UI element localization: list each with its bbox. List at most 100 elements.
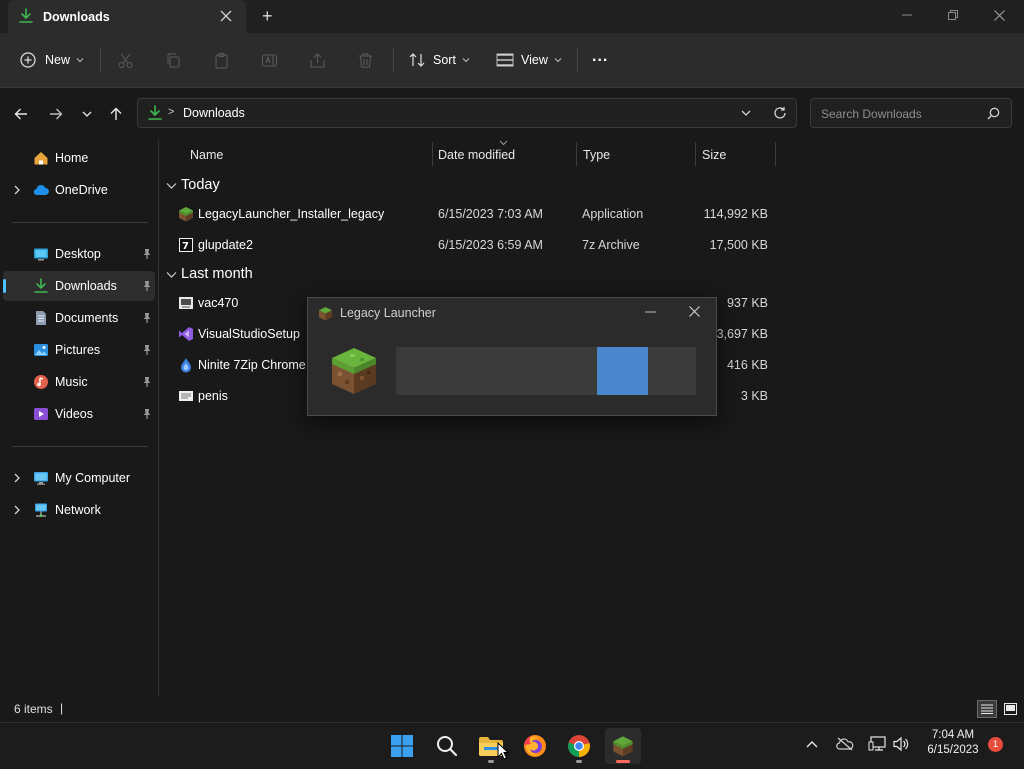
volume-icon[interactable] [892,736,910,752]
details-view-button[interactable] [977,700,997,718]
pane-divider[interactable] [158,140,159,696]
pin-icon[interactable] [142,248,152,260]
network-icon [33,502,49,518]
column-divider[interactable] [775,142,776,166]
search-icon[interactable] [987,107,1000,120]
forward-button[interactable] [44,102,68,126]
column-divider[interactable] [695,142,696,166]
share-button[interactable] [309,33,326,87]
navigation-pane: Home OneDrive Desktop Downloads Document… [0,140,158,696]
new-tab-button[interactable]: + [262,6,273,27]
clock-date: 6/15/2023 [927,744,979,756]
maximize-button[interactable] [930,0,976,30]
clock-time: 7:04 AM [931,729,975,741]
tiles-view-button[interactable] [1001,700,1019,718]
file-size: 937 KB [726,296,768,310]
taskbar-chrome[interactable] [561,728,597,764]
close-window-button[interactable] [976,0,1022,30]
sidebar-item-network[interactable]: Network [3,495,155,525]
sort-button[interactable]: Sort [408,33,470,87]
column-header-size[interactable]: Size [702,148,726,162]
dialog-title: Legacy Launcher [340,306,436,320]
pin-icon[interactable] [142,408,152,420]
chevron-right-icon[interactable] [13,185,21,195]
document-icon [33,310,49,326]
legacy-launcher-dialog: Legacy Launcher [307,297,717,416]
sidebar-item-documents[interactable]: Documents [3,303,155,333]
dialog-close-button[interactable] [689,306,700,317]
show-hidden-icons-chevron-up-icon[interactable] [806,740,818,748]
file-date: 6/15/2023 6:59 AM [438,238,543,252]
group-header-last-month[interactable]: Last month [166,266,253,282]
toolbar-divider [393,47,394,73]
column-header-name[interactable]: Name [190,148,223,162]
more-options-button[interactable]: ... [592,30,608,84]
download-icon [18,8,34,24]
dialog-minimize-button[interactable] [645,311,656,313]
up-button[interactable] [104,102,128,126]
view-button[interactable]: View [496,33,562,87]
table-row[interactable]: LegacyLauncher_Installer_legacy 6/15/202… [166,199,776,229]
taskbar-search-button[interactable] [429,728,465,764]
table-row[interactable]: 7 glupdate2 6/15/2023 6:59 AM 7z Archive… [166,230,776,260]
pin-icon[interactable] [142,280,152,292]
breadcrumb-chevron[interactable]: > [168,106,174,118]
sidebar-item-onedrive[interactable]: OneDrive [3,175,155,205]
breadcrumb-downloads[interactable]: Downloads [183,106,245,120]
notification-badge[interactable]: 1 [988,737,1003,752]
refresh-icon[interactable] [773,106,787,120]
taskbar-firefox[interactable] [517,728,553,764]
chrome-icon [567,734,591,758]
chevron-right-icon[interactable] [13,505,21,515]
sidebar-item-desktop[interactable]: Desktop [3,239,155,269]
file-name: vac470 [198,296,239,310]
column-header-type[interactable]: Type [583,148,610,162]
sidebar-item-downloads[interactable]: Downloads [3,271,155,301]
pin-icon[interactable] [142,344,152,356]
search-box[interactable] [810,98,1012,128]
file-size: 416 KB [726,358,768,372]
tab-downloads[interactable]: Downloads [8,0,246,33]
command-bar: New Sort View ... [0,33,1024,88]
scissors-icon [117,52,134,69]
pin-icon[interactable] [142,376,152,388]
sidebar-item-videos[interactable]: Videos [3,399,155,429]
clipboard-icon [213,52,230,69]
address-bar[interactable]: > Downloads [137,98,797,128]
7z-archive-icon: 7 [178,237,194,253]
copy-button[interactable] [165,33,182,87]
minimize-button[interactable] [884,0,930,30]
sidebar-item-label: Documents [55,311,119,325]
delete-button[interactable] [357,33,374,87]
column-divider[interactable] [576,142,577,166]
view-label: View [521,53,548,67]
taskbar: 7:04 AM 6/15/2023 1 [0,722,1024,769]
sidebar-item-pictures[interactable]: Pictures [3,335,155,365]
column-header-date[interactable]: Date modified [438,148,515,162]
search-input[interactable] [819,105,983,123]
cut-button[interactable] [117,33,134,87]
close-tab-icon[interactable] [220,10,232,22]
address-dropdown-icon[interactable] [741,109,751,117]
pin-icon[interactable] [142,312,152,324]
new-button[interactable]: New [20,33,84,87]
onedrive-offline-icon[interactable] [836,737,854,751]
file-name: VisualStudioSetup [198,327,300,341]
paste-button[interactable] [213,33,230,87]
start-button[interactable] [384,728,420,764]
chevron-right-icon[interactable] [13,473,21,483]
back-button[interactable] [9,102,33,126]
grass-block-icon [612,735,634,757]
network-monitor-icon[interactable] [868,736,886,752]
taskbar-file-explorer[interactable] [473,728,509,764]
sidebar-item-music[interactable]: Music [3,367,155,397]
sidebar-item-my-computer[interactable]: My Computer [3,463,155,493]
recent-locations-button[interactable] [75,102,99,126]
clock[interactable]: 7:04 AM 6/15/2023 [921,728,985,758]
group-header-today[interactable]: Today [166,177,220,193]
rename-button[interactable] [261,33,278,87]
sidebar-item-home[interactable]: Home [3,143,155,173]
taskbar-legacy-launcher[interactable] [605,728,641,764]
file-date: 6/15/2023 7:03 AM [438,207,543,221]
column-divider[interactable] [432,142,433,166]
